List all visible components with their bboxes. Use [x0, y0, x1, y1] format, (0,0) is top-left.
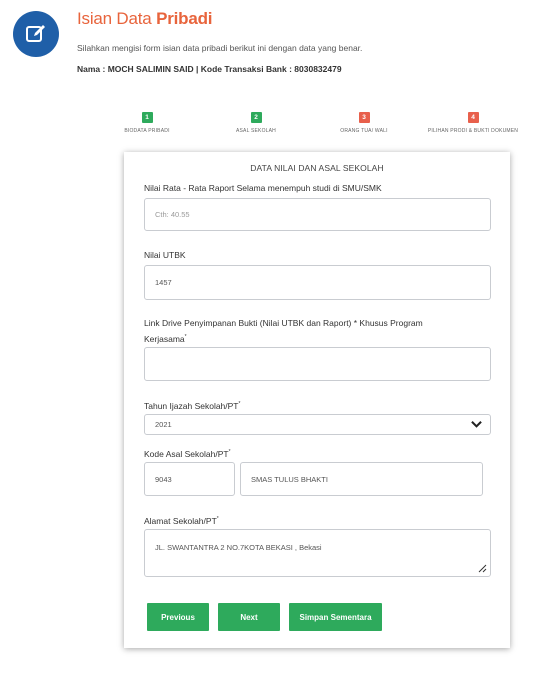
applicant-info: Nama : MOCH SALIMIN SAID | Kode Transaks… — [77, 64, 342, 74]
next-button[interactable]: Next — [218, 603, 280, 631]
link-label: Link Drive Penyimpanan Bukti (Nilai UTBK… — [144, 318, 423, 344]
form-card: DATA NILAI DAN ASAL SEKOLAH Nilai Rata -… — [124, 152, 510, 648]
page-title: Isian Data Pribadi — [77, 9, 213, 28]
alamat-value: JL. SWANTANTRA 2 NO.7KOTA BEKASI , Bekas… — [155, 543, 322, 552]
edit-icon — [13, 11, 59, 57]
alamat-label: Alamat Sekolah/PT* — [144, 515, 219, 526]
previous-button[interactable]: Previous — [147, 603, 209, 631]
step-label: ASAL SEKOLAH — [235, 128, 276, 134]
step-number: 3 — [358, 112, 370, 123]
utbk-input[interactable]: 1457 — [144, 265, 491, 300]
form-title: DATA NILAI DAN ASAL SEKOLAH — [250, 163, 384, 173]
utbk-label: Nilai UTBK — [144, 250, 186, 260]
save-draft-button[interactable]: Simpan Sementara — [289, 603, 382, 631]
step-label: PILIHAN PRODI & BUKTI DOKUMEN — [427, 128, 519, 134]
step-pilihan-prodi[interactable]: 4 PILIHAN PRODI & BUKTI DOKUMEN — [413, 106, 533, 134]
link-drive-input[interactable] — [144, 347, 491, 381]
tahun-label: Tahun Ijazah Sekolah/PT* — [144, 400, 241, 411]
step-orang-tua[interactable]: 3 ORANG TUA/ WALI — [304, 106, 424, 134]
nama-sekolah-input[interactable]: SMAS TULUS BHAKTI — [240, 462, 483, 496]
kode-label: Kode Asal Sekolah/PT* — [144, 448, 231, 459]
step-number: 4 — [467, 112, 479, 123]
step-asal-sekolah[interactable]: 2 ASAL SEKOLAH — [196, 106, 316, 134]
kode-sekolah-input[interactable]: 9043 — [144, 462, 235, 496]
alamat-textarea[interactable]: JL. SWANTANTRA 2 NO.7KOTA BEKASI , Bekas… — [144, 529, 491, 577]
raport-input[interactable]: Cth: 40.55 — [144, 198, 491, 231]
tahun-select[interactable]: 2021 — [144, 414, 491, 435]
page-subtitle: Silahkan mengisi form isian data pribadi… — [77, 43, 363, 53]
resize-handle-icon[interactable] — [478, 564, 487, 573]
chevron-down-icon — [471, 421, 482, 428]
step-number: 1 — [141, 112, 153, 123]
progress-steps: 1 BIODATA PRIBADI 2 ASAL SEKOLAH 3 ORANG… — [0, 106, 550, 136]
step-biodata[interactable]: 1 BIODATA PRIBADI — [87, 106, 207, 134]
step-label: BIODATA PRIBADI — [124, 128, 170, 134]
tahun-value: 2021 — [155, 420, 172, 429]
step-number: 2 — [250, 112, 262, 123]
raport-label: Nilai Rata - Rata Raport Selama menempuh… — [144, 183, 382, 193]
step-label: ORANG TUA/ WALI — [340, 128, 388, 134]
